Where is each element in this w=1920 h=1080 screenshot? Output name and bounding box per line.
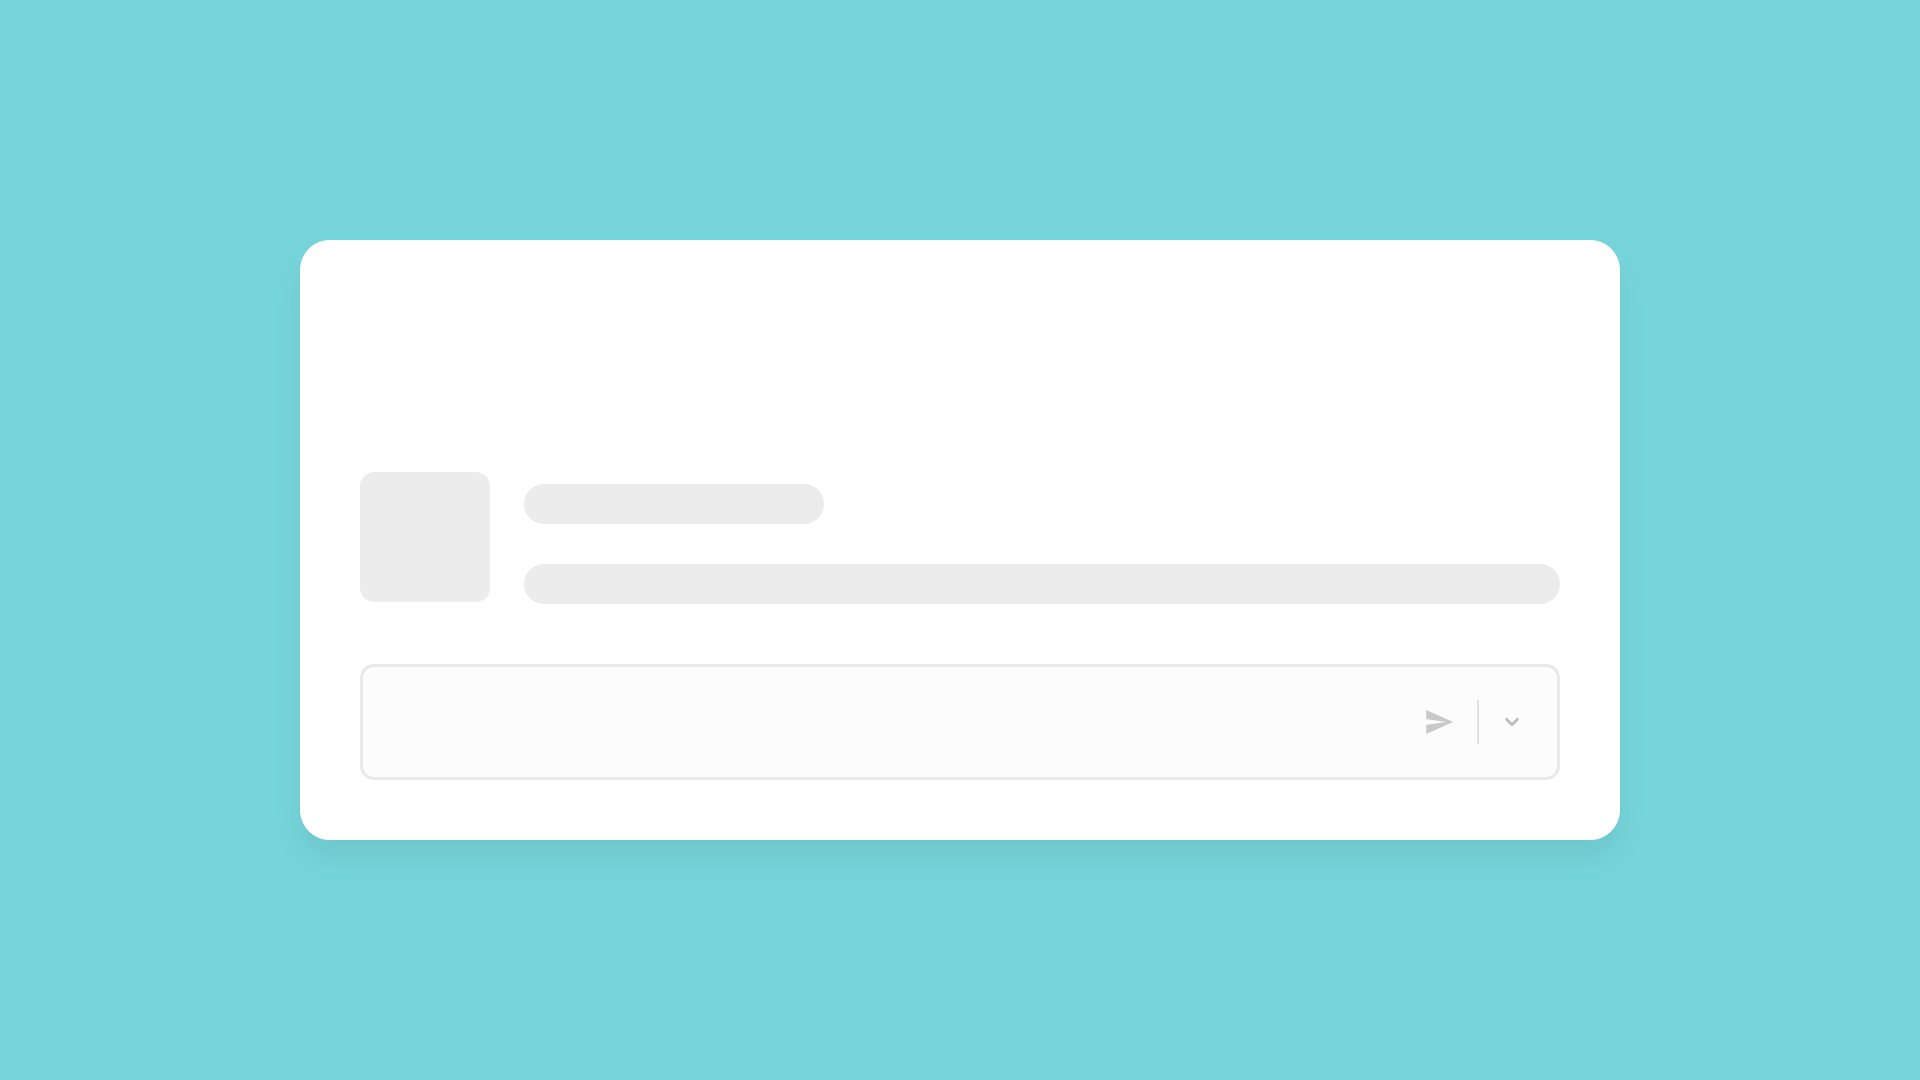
body-placeholder: [524, 564, 1560, 604]
send-options-button[interactable]: [1497, 702, 1527, 742]
message-skeleton: [360, 472, 1560, 604]
avatar-placeholder: [360, 472, 490, 602]
chevron-down-icon: [1501, 711, 1523, 733]
compose-input-row: [360, 664, 1560, 780]
send-icon: [1422, 705, 1456, 739]
text-placeholder-group: [524, 472, 1560, 604]
title-placeholder: [524, 484, 824, 524]
button-divider: [1477, 700, 1479, 744]
compose-card: [300, 240, 1620, 840]
message-input[interactable]: [393, 708, 1401, 736]
send-button[interactable]: [1419, 702, 1459, 742]
